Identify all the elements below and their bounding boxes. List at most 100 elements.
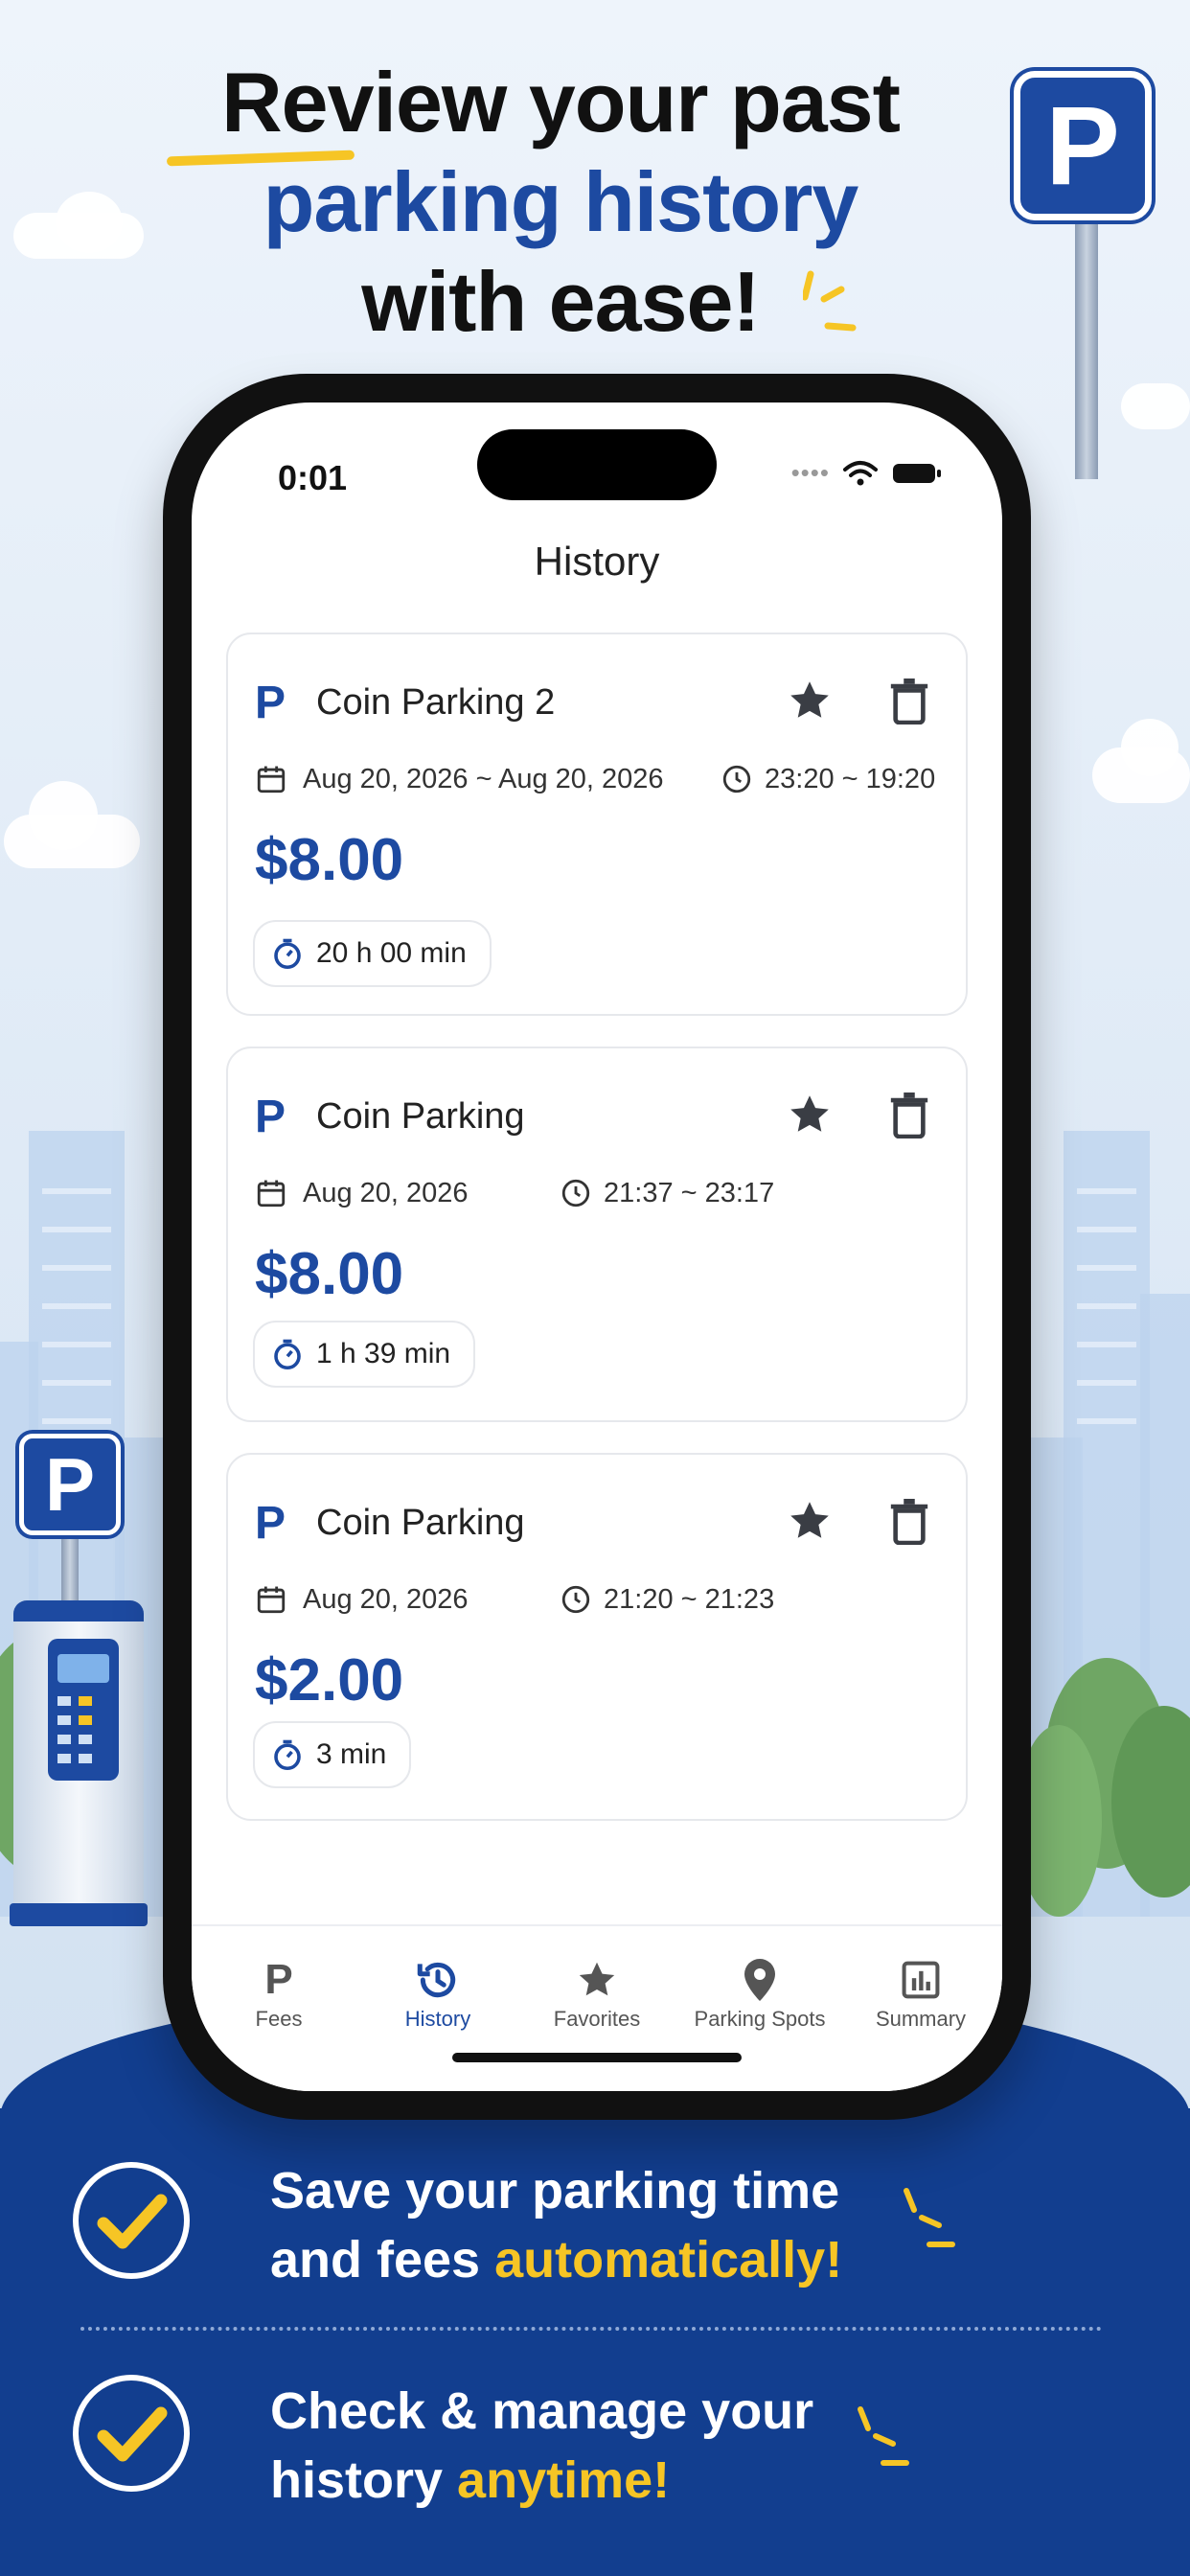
star-icon[interactable]	[786, 1497, 834, 1545]
star-icon	[579, 1962, 615, 1996]
phone-frame: 0:01 •••• History P Coin Parking 2 Aug 2…	[163, 374, 1031, 2120]
app-screen: 0:01 •••• History P Coin Parking 2 Aug 2…	[192, 402, 1002, 2091]
parking-sign-icon: P	[19, 1434, 121, 1535]
calendar-icon	[257, 1180, 286, 1208]
clock-icon	[561, 1585, 590, 1614]
tab-parking-spots[interactable]: Parking Spots	[678, 1953, 841, 2032]
tab-label: Fees	[255, 2007, 303, 2031]
location-pin-icon	[744, 1959, 775, 2001]
time-range: 23:20 ~ 19:20	[765, 763, 936, 794]
cloud	[1121, 383, 1190, 429]
time-row: 23:20 ~ 19:20	[721, 763, 935, 795]
checkmark-badge	[73, 2375, 190, 2492]
history-card[interactable]: P Coin Parking Aug 20, 2026 21:20 ~ 21:2…	[226, 1453, 968, 1821]
tab-bar: P Fees History Favorites Parking Spots S…	[192, 1924, 1002, 2091]
page-title: History	[534, 539, 660, 584]
check-icon	[97, 2406, 168, 2462]
parking-p-icon: P	[255, 678, 286, 728]
parking-fee: $8.00	[255, 1241, 404, 1307]
time-row: 21:20 ~ 21:23	[560, 1583, 774, 1616]
feature-highlight: automatically!	[494, 2231, 843, 2288]
trash-icon[interactable]	[887, 1497, 931, 1545]
parking-fee: $2.00	[255, 1647, 404, 1714]
sign-pole	[1075, 211, 1098, 479]
cloud	[1121, 719, 1179, 776]
dynamic-island	[477, 429, 717, 500]
parking-p-icon: P	[255, 1092, 286, 1142]
trash-icon[interactable]	[887, 677, 931, 724]
duration-chip: 3 min	[253, 1721, 412, 1788]
parking-p-icon: P	[255, 1498, 286, 1549]
headline-line-3: with ease!	[361, 254, 760, 349]
stopwatch-icon	[274, 1739, 301, 1771]
time-range: 21:37 ~ 23:17	[604, 1177, 775, 1208]
building-windows	[42, 1188, 111, 1194]
tab-fees[interactable]: P Fees	[197, 1953, 360, 2032]
history-card[interactable]: P Coin Parking Aug 20, 2026 21:37 ~ 23:1…	[226, 1046, 968, 1422]
date-row: Aug 20, 2026 ~ Aug 20, 2026	[255, 763, 664, 795]
sparkle-icon	[803, 270, 857, 332]
parking-name: Coin Parking	[316, 1503, 525, 1543]
time-range: 21:20 ~ 21:23	[604, 1583, 775, 1615]
status-time: 0:01	[278, 458, 348, 497]
date-range: Aug 20, 2026	[303, 1583, 469, 1615]
feature-text-plain: and fees	[270, 2231, 495, 2288]
tab-summary[interactable]: Summary	[839, 1953, 1002, 2032]
feature-text-plain: history	[270, 2451, 458, 2509]
duration-chip: 20 h 00 min	[253, 920, 492, 987]
status-icons: ••••	[791, 458, 943, 488]
tab-label: History	[404, 2007, 471, 2031]
bar-chart-icon	[902, 1961, 940, 1999]
headline-line-2: parking history	[263, 154, 859, 249]
feature-line: Check & manage your	[270, 2382, 814, 2440]
date-row: Aug 20, 2026	[255, 1177, 469, 1209]
divider	[80, 2327, 1102, 2331]
parking-meter	[10, 1600, 148, 1926]
feature-line: Save your parking time	[270, 2162, 840, 2220]
date-range: Aug 20, 2026	[303, 1177, 469, 1208]
trash-icon[interactable]	[887, 1091, 931, 1138]
tab-label: Summary	[875, 2007, 967, 2031]
stopwatch-icon	[274, 938, 301, 970]
feature-line: and fees automatically!	[270, 2225, 842, 2294]
tab-label: Favorites	[553, 2007, 641, 2031]
building-windows	[1077, 1188, 1136, 1194]
home-indicator	[452, 2053, 742, 2062]
parking-sign-icon: P	[1014, 71, 1152, 220]
checkmark-badge	[73, 2162, 190, 2279]
duration-text: 20 h 00 min	[316, 937, 467, 969]
calendar-icon	[257, 1586, 286, 1614]
date-row: Aug 20, 2026	[255, 1583, 469, 1616]
parking-name: Coin Parking 2	[316, 682, 556, 723]
clock-icon	[561, 1179, 590, 1208]
duration-chip: 1 h 39 min	[253, 1321, 476, 1388]
duration-text: 3 min	[316, 1738, 387, 1770]
sparkle-icon	[904, 2188, 955, 2247]
tab-history[interactable]: History	[356, 1953, 519, 2032]
feature-text: Save your parking time and fees automati…	[270, 2156, 842, 2294]
wifi-icon	[843, 460, 878, 485]
parking-p-icon: P	[264, 1956, 293, 2003]
parking-fee: $8.00	[255, 827, 404, 893]
calendar-icon	[257, 766, 286, 794]
time-row: 21:37 ~ 23:17	[560, 1177, 774, 1209]
headline-line-1: Review your past	[221, 55, 901, 150]
star-icon[interactable]	[786, 677, 834, 724]
check-icon	[97, 2194, 168, 2249]
duration-text: 1 h 39 min	[316, 1338, 451, 1369]
date-range: Aug 20, 2026 ~ Aug 20, 2026	[303, 763, 664, 794]
tab-label: Parking Spots	[694, 2007, 826, 2031]
history-card[interactable]: P Coin Parking 2 Aug 20, 2026 ~ Aug 20, …	[226, 632, 968, 1016]
cloud	[29, 781, 98, 850]
battery-icon	[893, 463, 941, 483]
headline: Review your past parking history with ea…	[0, 53, 1121, 352]
clock-icon	[722, 765, 751, 794]
signal-dots-icon: ••••	[790, 458, 830, 487]
history-icon	[417, 1962, 456, 1998]
sparkle-icon	[858, 2406, 909, 2466]
stopwatch-icon	[274, 1339, 301, 1370]
feature-line: history anytime!	[270, 2446, 813, 2515]
star-icon[interactable]	[786, 1091, 834, 1138]
feature-text: Check & manage your history anytime!	[270, 2377, 813, 2515]
tab-favorites[interactable]: Favorites	[515, 1953, 678, 2032]
